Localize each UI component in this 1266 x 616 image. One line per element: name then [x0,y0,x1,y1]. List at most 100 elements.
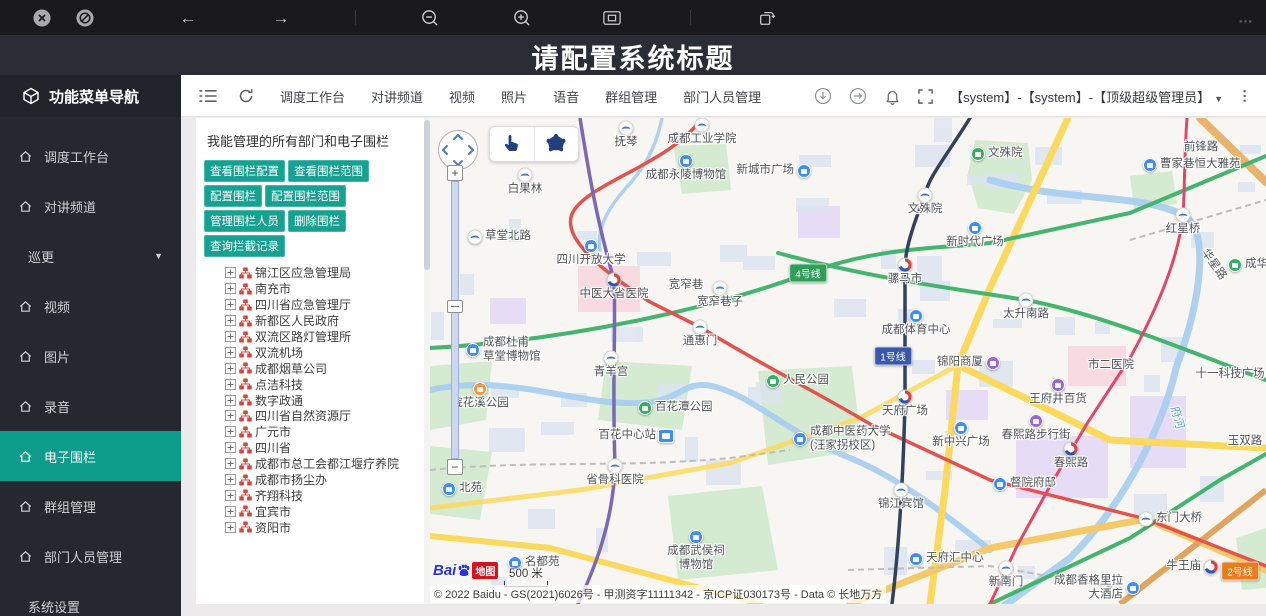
org-icon [239,473,252,486]
tab-intercom-channel[interactable]: 对讲频道 [371,87,423,106]
tree-node[interactable]: 数字政通 [225,392,430,408]
fence-button[interactable]: 删除围栏 [288,210,346,232]
expand-icon[interactable] [225,410,236,422]
tree-node[interactable]: 资阳市 [225,519,430,535]
home-icon [19,400,32,412]
sidebar-item-video[interactable]: 视频 [0,281,181,331]
tree-node[interactable]: 锦江区应急管理局 [225,265,430,281]
tree-node[interactable]: 齐翔科技 [225,487,430,503]
expand-icon[interactable] [225,505,236,517]
fence-button[interactable]: 查询拦截记录 [204,235,285,257]
sidebar-item-label: 录音 [44,399,71,415]
sidebar-item-group-management[interactable]: 群组管理 [0,481,181,531]
expand-icon[interactable] [225,299,236,311]
expand-icon[interactable] [225,331,236,342]
tab-dispatch-workbench[interactable]: 调度工作台 [280,87,345,106]
tree-node[interactable]: 双流区路灯管理所 [225,329,430,345]
tree-node[interactable]: 双流机场 [225,344,430,360]
tab-photo[interactable]: 照片 [501,87,527,106]
expand-icon[interactable] [225,442,236,454]
expand-icon[interactable] [225,474,236,486]
baidu-logo: Bai 地图 [433,562,499,579]
home-icon [19,300,32,312]
forward-icon[interactable]: → [273,9,290,26]
kebab-menu-icon[interactable]: … [1240,88,1257,104]
chevron-down-icon: ▼ [1214,93,1223,104]
fence-button[interactable]: 配置围栏范围 [265,185,346,207]
sidebar-item-system-settings[interactable]: 系统设置 [0,581,181,616]
tree-node[interactable]: 南充市 [225,281,430,297]
close-icon[interactable] [33,8,52,27]
org-icon [239,394,252,406]
map-zoom-slider[interactable]: + − [447,165,463,475]
sync-icon[interactable] [849,87,867,105]
expand-icon[interactable] [225,315,236,327]
zoom-out-button[interactable]: − [447,459,463,475]
tree-node[interactable]: 四川省应急管理厅 [225,297,430,313]
hand-tool-button[interactable] [490,127,534,161]
tree-node[interactable]: 宜宾市 [225,503,430,519]
fence-button[interactable]: 查看围栏范围 [288,160,369,182]
fence-button[interactable]: 管理围栏人员 [204,210,285,232]
expand-icon[interactable] [225,458,236,470]
tree-node[interactable]: 广元市 [225,424,430,440]
fence-button[interactable]: 查看围栏配置 [204,160,285,182]
sidebar-item-label: 图片 [44,349,71,365]
tab-voice[interactable]: 语音 [553,87,579,106]
home-icon [19,150,32,162]
bell-icon[interactable] [884,88,901,105]
expand-icon[interactable] [225,378,236,390]
tree-node[interactable]: 四川省 [225,440,430,456]
expand-icon[interactable] [225,489,236,501]
download-icon[interactable] [814,87,832,105]
tab-group-management[interactable]: 群组管理 [605,87,657,106]
fullscreen-icon[interactable] [918,88,933,104]
back-icon[interactable]: ← [180,9,197,26]
draw-polygon-tool-button[interactable] [533,127,579,161]
expand-icon[interactable] [225,426,236,438]
expand-icon[interactable] [225,346,236,358]
sidebar-brand-label: 功能菜单导航 [49,88,140,106]
screenshot-icon[interactable] [603,10,621,26]
block-icon[interactable] [76,8,95,27]
tab-video[interactable]: 视频 [449,87,475,106]
tree-node[interactable]: 成都市总工会都江堰疗养院 [225,456,430,472]
expand-icon[interactable] [225,362,236,374]
zoom-track[interactable] [451,181,459,459]
expand-icon[interactable] [225,283,236,295]
metro-line-badge: 2号线 [1221,561,1259,581]
expand-icon[interactable] [225,521,236,533]
sidebar-item-picture[interactable]: 图片 [0,331,181,381]
map[interactable]: 白果林 草堂北路 抚琴 宽窄巷 宽窄巷子 通惠门 文殊院 红星桥 太升南路 省骨科医院 青羊宫 锦江宾… [430,118,1266,604]
refresh-icon[interactable] [238,87,255,104]
tab-dept-personnel[interactable]: 部门人员管理 [683,87,761,106]
tree-node-label: 锦江区应急管理局 [255,266,352,281]
sidebar-item-electronic-fence[interactable]: 电子围栏 [0,431,181,481]
tree-node-label: 成都烟草公司 [255,361,328,376]
zoom-out-icon[interactable] [421,8,440,27]
expand-icon[interactable] [225,267,236,279]
more-icon[interactable]: … [1238,9,1254,26]
sidebar-item-patrol[interactable]: 巡更 ▼ [0,231,181,281]
sidebar-item-intercom-channel[interactable]: 对讲频道 [0,181,181,231]
collapse-menu-icon[interactable] [199,88,218,104]
zoom-in-icon[interactable] [513,8,532,27]
sidebar-item-label: 视频 [44,299,71,315]
fence-button[interactable]: 配置围栏 [204,185,262,207]
tree-node[interactable]: 新都区人民政府 [225,313,430,329]
zoom-in-button[interactable]: + [447,165,463,181]
expand-icon[interactable] [225,394,236,406]
zoom-handle[interactable] [447,300,463,313]
chevron-down-icon: ▼ [154,251,163,261]
sidebar-item-dept-personnel[interactable]: 部门人员管理 [0,531,181,581]
sidebar-item-record[interactable]: 录音 [0,381,181,431]
org-icon [239,267,252,279]
tree-node[interactable]: 成都烟草公司 [225,360,430,376]
rotate-icon[interactable] [758,9,776,27]
tree-node[interactable]: 点洁科技 [225,376,430,392]
sidebar-item-dispatch-workbench[interactable]: 调度工作台 [0,131,181,181]
tree-node[interactable]: 成都市扬尘办 [225,472,430,488]
tree-node[interactable]: 四川省自然资源厅 [225,408,430,424]
user-menu[interactable]: 【system】-【system】-【顶级超级管理员】 ▼ [950,87,1223,106]
sidebar: 功能菜单导航 调度工作台 对讲频道 巡更 ▼ 视频图片录音电子围栏 群组管理 部门人员管理系… [0,75,181,616]
